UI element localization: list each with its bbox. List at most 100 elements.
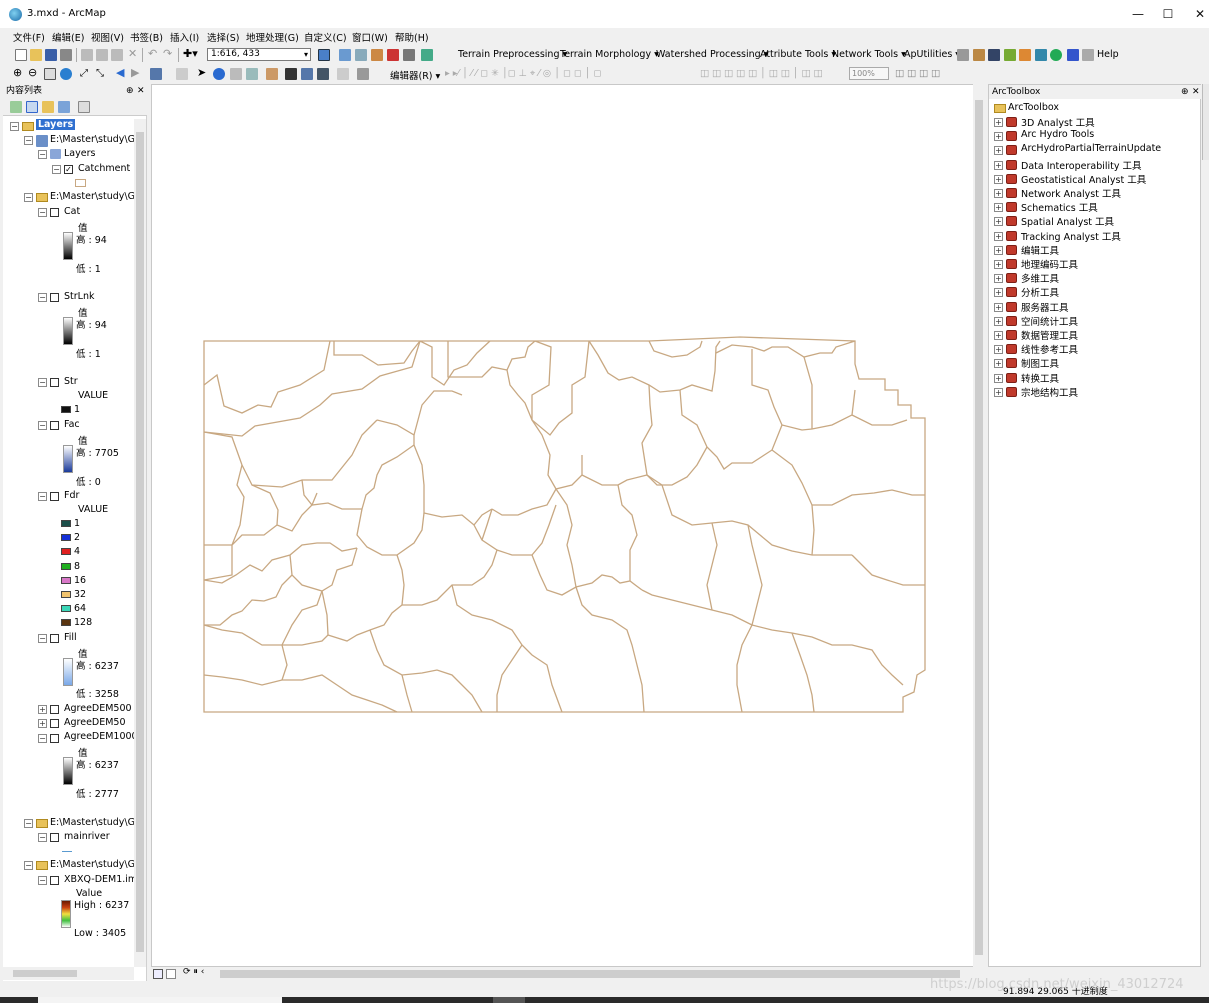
layer-agreedem50[interactable]: AgreeDEM50 — [64, 717, 126, 728]
fixed-zoom-out-icon[interactable]: ⤡ — [96, 68, 104, 79]
find-icon[interactable] — [285, 68, 297, 80]
layer-visibility-checkbox[interactable] — [50, 876, 59, 885]
layer-fdr[interactable]: Fdr — [64, 490, 79, 501]
hyperlink-icon[interactable] — [246, 68, 258, 80]
zoom-in-icon[interactable]: ⊕ — [13, 66, 22, 79]
toolbox-item[interactable]: 数据管理工具 — [1021, 328, 1078, 342]
select-elements-icon[interactable]: ➤ — [197, 66, 206, 79]
toc-scroll-thumb[interactable] — [136, 132, 144, 952]
layer-mainriver[interactable]: mainriver — [64, 831, 110, 842]
toolbox-item[interactable]: Spatial Analyst 工具 — [1021, 214, 1114, 228]
editor-toolbar-icon[interactable] — [318, 49, 330, 61]
layer-strlnk[interactable]: StrLnk — [64, 291, 94, 302]
pan-icon[interactable] — [44, 68, 56, 80]
layout-zoom-select[interactable]: 100% — [849, 67, 889, 80]
flag-icon[interactable] — [1067, 49, 1079, 61]
source-path[interactable]: E:\Master\study\GIS — [50, 817, 144, 828]
toolbox-item[interactable]: Network Analyst 工具 — [1021, 186, 1121, 200]
map-vscroll-thumb[interactable] — [975, 100, 983, 955]
list-by-selection-icon[interactable] — [58, 101, 70, 113]
layer-catchment[interactable]: Catchment — [78, 163, 130, 174]
go-to-xy-icon[interactable] — [317, 68, 329, 80]
layer-visibility-checkbox[interactable] — [50, 378, 59, 387]
measure-icon[interactable] — [266, 68, 278, 80]
layer-fac[interactable]: Fac — [64, 419, 80, 430]
undo-icon[interactable]: ↶ — [148, 47, 157, 60]
print-icon[interactable] — [60, 49, 72, 61]
toolbox-item[interactable]: Schematics 工具 — [1021, 200, 1098, 214]
expand-icon[interactable]: + — [994, 217, 1003, 227]
menu-view[interactable]: 视图(V) — [91, 30, 124, 44]
toolbox-item[interactable]: Arc Hydro Tools — [1021, 129, 1094, 140]
open-folder-icon[interactable] — [30, 49, 42, 61]
minimize-button[interactable]: — — [1128, 6, 1148, 22]
collapse-icon[interactable]: − — [10, 122, 19, 131]
side-dock-tabs[interactable] — [1202, 84, 1209, 160]
edit-tool-icon[interactable]: ▸ ▸⁄ │ ⁄ ⁄ ◻ ✳ │◻ ⊥ ⌖ ⁄ ◎ │ ◻ ◻ │ ◻ — [445, 68, 601, 79]
expand-icon[interactable]: + — [994, 245, 1003, 255]
new-document-icon[interactable] — [15, 49, 27, 61]
expand-icon[interactable]: + — [994, 260, 1003, 269]
delete-icon[interactable]: ✕ — [128, 47, 137, 60]
html-popup-icon[interactable] — [230, 68, 242, 80]
expand-icon[interactable]: + — [994, 359, 1003, 369]
find-route-icon[interactable] — [301, 68, 313, 80]
toolbox-item[interactable]: 转换工具 — [1021, 371, 1059, 385]
add-data-icon[interactable]: ✚▾ — [183, 47, 198, 60]
redo-icon[interactable]: ↷ — [163, 47, 172, 60]
paste-icon[interactable] — [111, 49, 123, 61]
layer-visibility-checkbox[interactable]: ✓ — [64, 165, 73, 174]
expand-icon[interactable]: + — [994, 231, 1003, 241]
toolbox-item[interactable]: 分析工具 — [1021, 285, 1059, 299]
table-of-contents-icon[interactable] — [339, 49, 351, 61]
layer-visibility-checkbox[interactable] — [50, 293, 59, 302]
expand-icon[interactable]: + — [994, 316, 1003, 326]
source-path[interactable]: E:\Master\study\GIS — [50, 134, 144, 145]
map-hscroll-thumb[interactable] — [220, 970, 960, 978]
identify-icon[interactable] — [213, 68, 225, 80]
data-view-icon[interactable] — [153, 969, 163, 979]
data-frame-layers[interactable]: Layers — [36, 119, 76, 130]
zoom-out-icon[interactable]: ⊖ — [28, 66, 37, 79]
toolbox-item[interactable]: Geostatistical Analyst 工具 — [1021, 172, 1146, 186]
expand-icon[interactable]: + — [38, 719, 47, 728]
expand-icon[interactable]: + — [994, 132, 1003, 142]
watershed-processing-menu[interactable]: Watershed Processing ▾ — [656, 49, 768, 60]
menu-file[interactable]: 文件(F) — [13, 30, 45, 44]
layout-tools-icon[interactable]: ◫ ◫ ◫ ◫ ◫ │ ◫ ◫ │ ◫ ◫ — [700, 68, 822, 79]
layer-visibility-checkbox[interactable] — [50, 705, 59, 714]
python-window-icon[interactable] — [403, 49, 415, 61]
toolbox-item[interactable]: 线性参考工具 — [1021, 342, 1078, 356]
toolbox-item[interactable]: 制图工具 — [1021, 356, 1059, 370]
layer-visibility-checkbox[interactable] — [50, 833, 59, 842]
globe-icon[interactable] — [1050, 49, 1062, 61]
toolbox-item[interactable]: 地理编码工具 — [1021, 257, 1078, 271]
layer-visibility-checkbox[interactable] — [50, 734, 59, 743]
collapse-icon[interactable]: − — [38, 208, 47, 217]
expand-icon[interactable]: + — [994, 345, 1003, 355]
catalog-icon[interactable] — [355, 49, 367, 61]
taskbar-app[interactable] — [493, 997, 525, 1003]
toolbox-item[interactable]: 3D Analyst 工具 — [1021, 115, 1095, 129]
expand-icon[interactable]: + — [994, 274, 1003, 284]
expand-icon[interactable]: + — [994, 203, 1003, 213]
editor-menu[interactable]: 编辑器(R) ▾ — [390, 68, 440, 82]
arctoolbox-root[interactable]: ArcToolbox — [1008, 102, 1059, 113]
collapse-icon[interactable]: − — [24, 136, 33, 145]
layout-page-icon[interactable]: ◫ ◫ ◫ ◫ — [895, 68, 940, 79]
menu-edit[interactable]: 编辑(E) — [52, 30, 84, 44]
hydro-tool-icon[interactable] — [957, 49, 969, 61]
time-slider-icon[interactable] — [337, 68, 349, 80]
toolbox-item[interactable]: 编辑工具 — [1021, 243, 1059, 257]
fixed-zoom-in-icon[interactable]: ⤢ — [80, 68, 88, 79]
menu-customize[interactable]: 自定义(C) — [304, 30, 347, 44]
expand-icon[interactable]: + — [994, 288, 1003, 298]
layer-str[interactable]: Str — [64, 376, 78, 387]
model-builder-icon[interactable] — [421, 49, 433, 61]
collapse-icon[interactable]: − — [52, 165, 61, 174]
expand-icon[interactable]: + — [994, 302, 1003, 312]
clear-selection-icon[interactable] — [176, 68, 188, 80]
expand-icon[interactable]: + — [994, 331, 1003, 340]
layer-visibility-checkbox[interactable] — [50, 492, 59, 501]
taskbar-app[interactable] — [38, 997, 282, 1003]
